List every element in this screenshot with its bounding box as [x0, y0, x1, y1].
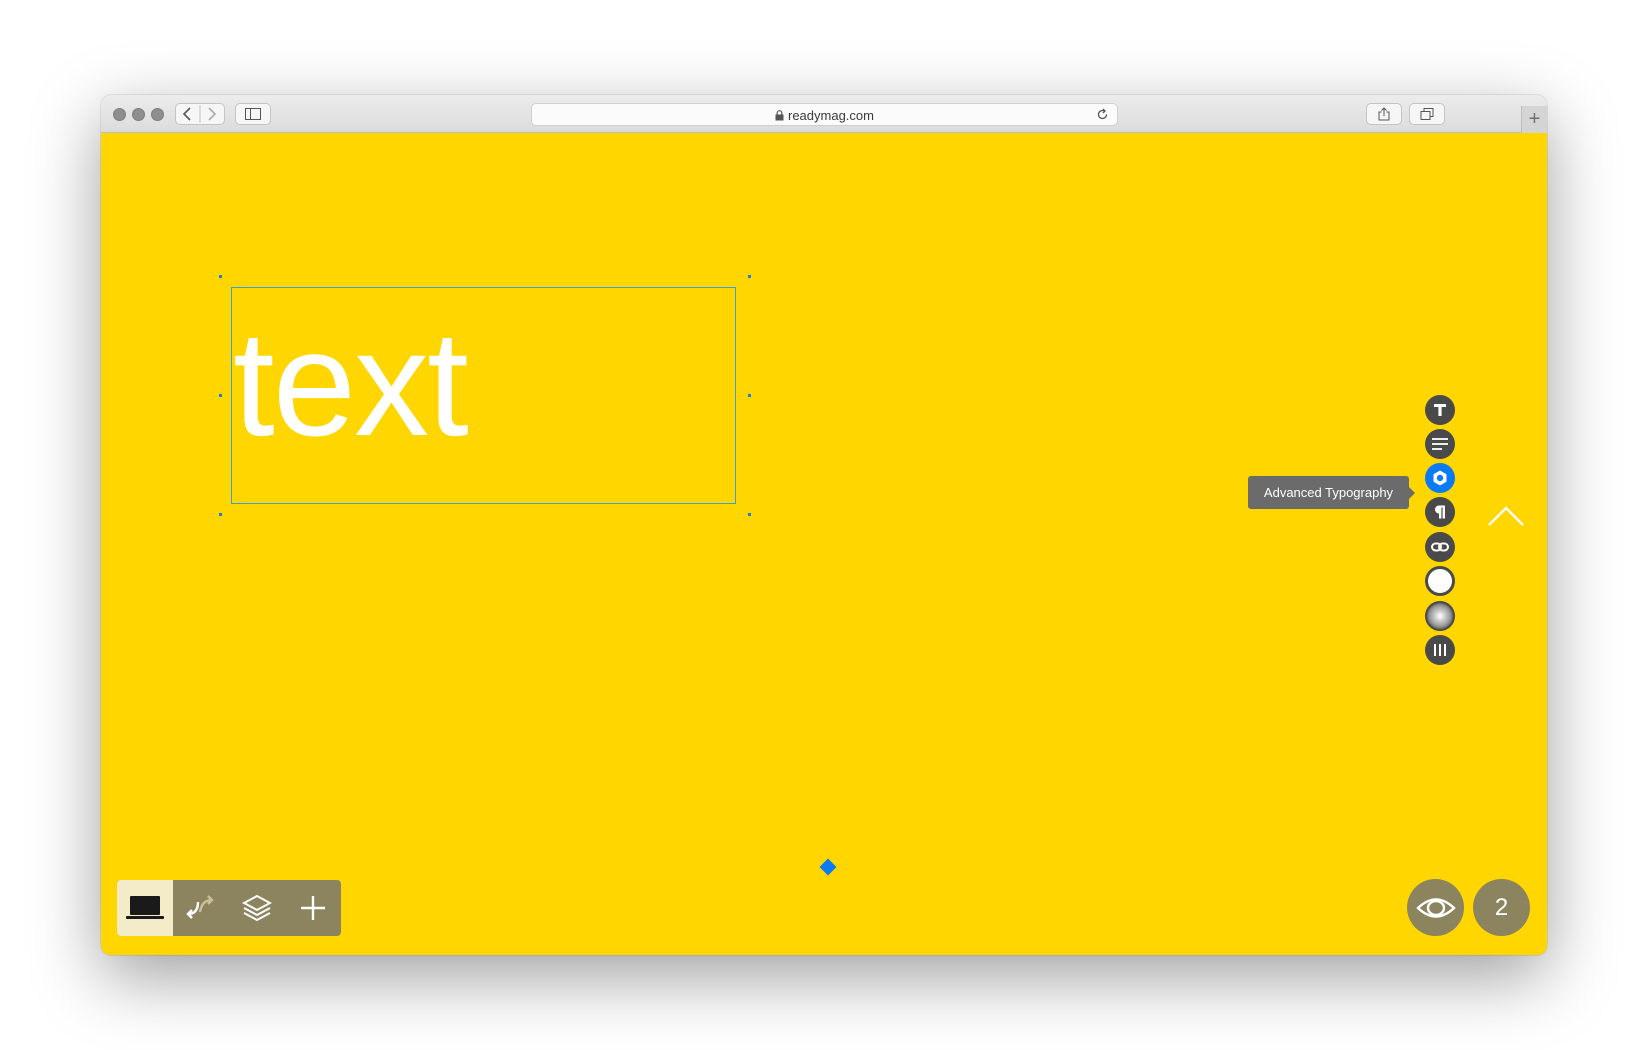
transition-arrows-icon — [186, 895, 214, 919]
resize-handle-right[interactable] — [748, 394, 751, 397]
plus-icon — [301, 896, 325, 920]
browser-toolbar: readymag.com + — [101, 95, 1547, 133]
viewport-button[interactable] — [117, 880, 173, 936]
text-font-icon — [1434, 404, 1446, 416]
shadow-button[interactable] — [1425, 601, 1455, 631]
zoom-window-button[interactable] — [151, 108, 164, 121]
layers-button[interactable] — [229, 880, 285, 936]
sidebar-icon — [245, 108, 261, 120]
preview-button[interactable] — [1407, 879, 1464, 936]
share-icon — [1378, 107, 1390, 121]
page-number-button[interactable]: 2 — [1473, 879, 1530, 936]
link-button[interactable] — [1425, 532, 1455, 562]
resize-handle-left[interactable] — [219, 394, 222, 397]
browser-window: readymag.com + text Advanced Typography … — [101, 95, 1547, 955]
resize-handle-top-right[interactable] — [748, 275, 751, 278]
eye-icon — [1415, 897, 1456, 918]
reload-icon[interactable] — [1096, 108, 1109, 121]
share-button[interactable] — [1366, 103, 1402, 125]
resize-handle-bottom-right[interactable] — [748, 513, 751, 516]
advanced-typography-button[interactable] — [1425, 463, 1455, 493]
columns-button[interactable] — [1425, 635, 1455, 665]
resize-handle-bottom-left[interactable] — [219, 513, 222, 516]
layers-icon — [242, 894, 272, 922]
plus-icon: + — [1528, 108, 1541, 130]
editor-canvas[interactable]: text Advanced Typography 2 — [101, 133, 1547, 955]
resize-handle-top-left[interactable] — [219, 275, 222, 278]
paragraph-icon — [1435, 505, 1445, 519]
lock-icon — [775, 110, 784, 121]
text-widget[interactable]: text — [233, 303, 469, 463]
color-fill-button[interactable] — [1425, 566, 1455, 596]
chevron-left-icon[interactable] — [175, 104, 225, 124]
tooltip: Advanced Typography — [1248, 476, 1415, 509]
laptop-icon — [126, 896, 164, 919]
chevron-up-icon[interactable] — [1487, 505, 1525, 527]
new-tab-button[interactable]: + — [1521, 106, 1547, 133]
page-height-handle[interactable] — [819, 858, 837, 876]
url-text: readymag.com — [532, 108, 1117, 123]
close-window-button[interactable] — [113, 108, 126, 121]
url-label: readymag.com — [788, 108, 874, 123]
address-bar[interactable]: readymag.com — [531, 103, 1118, 126]
paragraph-button[interactable] — [1425, 497, 1455, 527]
link-icon — [1431, 542, 1449, 552]
sidebar-toggle-button[interactable] — [235, 103, 271, 125]
advanced-typography-icon — [1433, 470, 1447, 486]
tabs-overview-button[interactable] — [1409, 103, 1445, 125]
text-font-button[interactable] — [1425, 395, 1455, 425]
back-forward-group — [175, 103, 225, 125]
tabs-icon — [1420, 108, 1434, 120]
minimize-window-button[interactable] — [132, 108, 145, 121]
add-widget-button[interactable] — [285, 880, 341, 936]
bottom-toolbar — [117, 880, 341, 936]
columns-icon — [1434, 644, 1446, 656]
text-align-button[interactable] — [1425, 429, 1455, 459]
text-align-icon — [1432, 438, 1448, 450]
transitions-button[interactable] — [173, 880, 229, 936]
